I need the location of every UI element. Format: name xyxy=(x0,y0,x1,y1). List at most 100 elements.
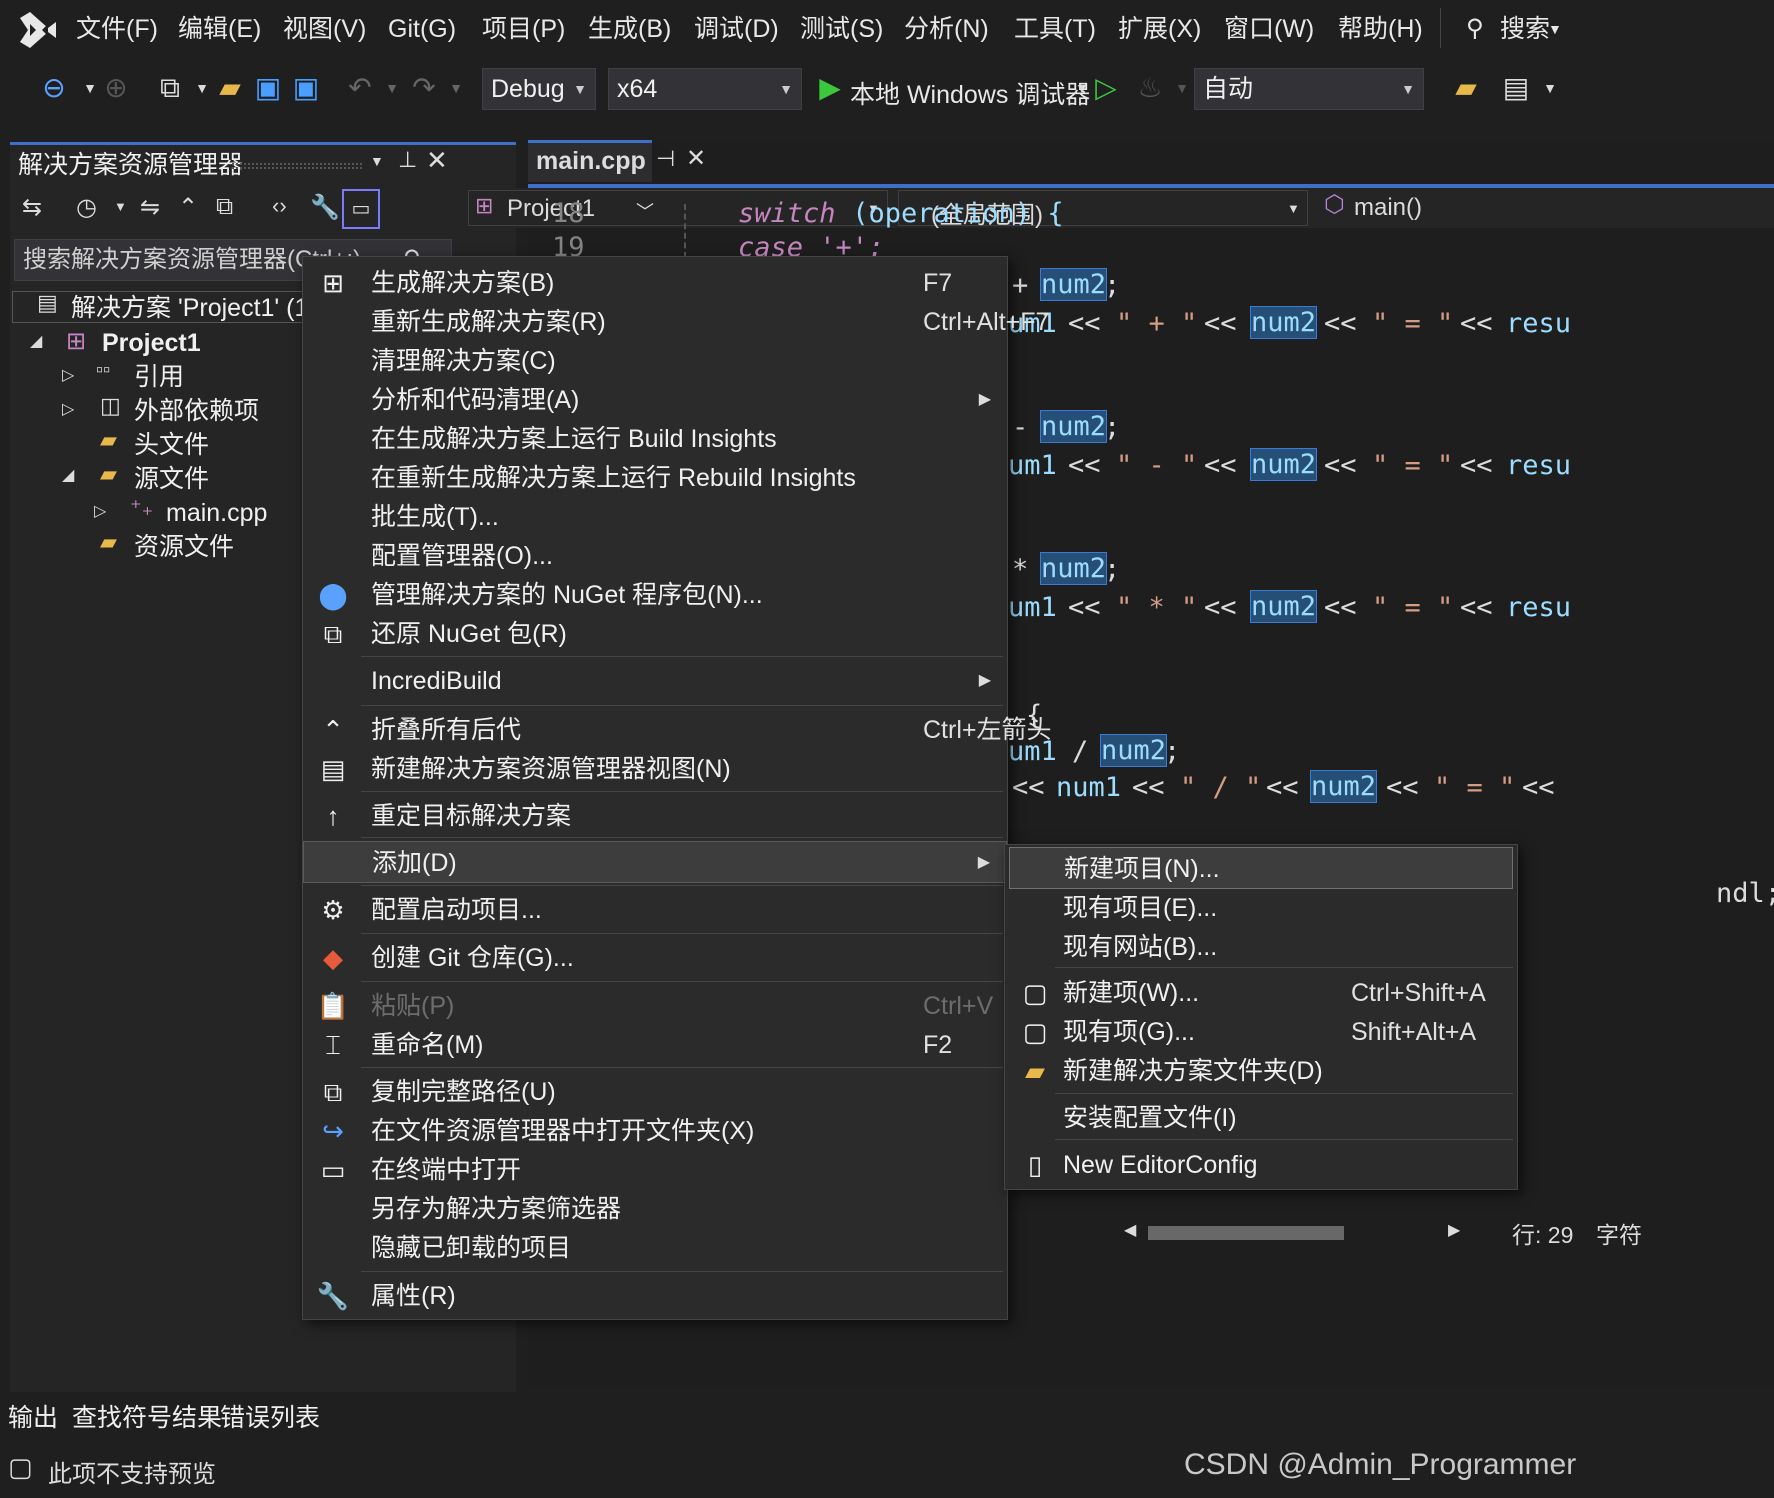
open-folder-icon[interactable]: ▰ xyxy=(210,68,250,108)
menu-item-rebuild-insights[interactable]: 在重新生成解决方案上运行 Rebuild Insights xyxy=(303,457,1007,499)
pin-icon[interactable]: ⊣ xyxy=(656,146,675,172)
submenu-item-new-solution-folder[interactable]: ▰ 新建解决方案文件夹(D) xyxy=(1005,1050,1517,1092)
scroll-thumb[interactable] xyxy=(1148,1226,1344,1240)
tree-row-project[interactable]: Project1 xyxy=(102,325,201,361)
menu-item-build-solution[interactable]: ⊞ 生成解决方案(B) F7 xyxy=(303,262,1007,304)
switch-icon[interactable]: ⇋ xyxy=(140,193,160,222)
submenu-item-new-editorconfig[interactable]: ▯ New EditorConfig xyxy=(1005,1144,1517,1186)
menu-edit[interactable]: 编辑(E) xyxy=(178,12,261,46)
menu-build[interactable]: 生成(B) xyxy=(588,12,671,46)
menu-item-startup-projects[interactable]: ⚙ 配置启动项目... xyxy=(303,889,1007,931)
search-icon[interactable]: ⚲ xyxy=(1466,12,1484,46)
horizontal-scrollbar[interactable]: ◀ ▶ 行: 29 字符 xyxy=(1012,1216,1774,1250)
save-all-icon[interactable]: ▣ xyxy=(286,68,326,108)
copy-icon[interactable]: ⧉ xyxy=(216,193,233,221)
menu-view[interactable]: 视图(V) xyxy=(283,12,366,46)
expand-icon[interactable]: ◢ xyxy=(30,331,42,351)
submenu-item-install-config[interactable]: 安装配置文件(I) xyxy=(1005,1097,1517,1139)
play-icon[interactable]: ▶ xyxy=(810,68,850,108)
menu-item-add[interactable]: 添加(D) ▶ xyxy=(303,841,1007,883)
tab-main-cpp[interactable]: main.cpp xyxy=(528,140,652,182)
menu-debug[interactable]: 调试(D) xyxy=(694,12,779,46)
menu-window[interactable]: 窗口(W) xyxy=(1224,12,1314,46)
tree-row-resource-files[interactable]: 资源文件 xyxy=(134,529,234,565)
menu-item-config-manager[interactable]: 配置管理器(O)... xyxy=(303,535,1007,577)
drag-grip[interactable] xyxy=(232,163,362,169)
close-icon[interactable]: ✕ xyxy=(426,145,448,176)
menu-item-rebuild-solution[interactable]: 重新生成解决方案(R) Ctrl+Alt+F7 xyxy=(303,301,1049,343)
tree-row-header-files[interactable]: 头文件 xyxy=(134,427,209,463)
preview-icon[interactable]: ▭ xyxy=(342,189,380,229)
mode-dropdown[interactable]: 自动 ▼ xyxy=(1194,68,1424,110)
tree-row-main-cpp[interactable]: main.cpp xyxy=(166,495,267,531)
submenu-item-existing-project[interactable]: 现有项目(E)... xyxy=(1005,887,1517,929)
save-icon[interactable]: ▣ xyxy=(248,68,288,108)
menu-extensions[interactable]: 扩展(X) xyxy=(1118,12,1201,46)
pin-icon[interactable]: ⊥ xyxy=(398,147,417,173)
chevron-down-icon[interactable]: ▼ xyxy=(114,199,127,214)
collapse-icon[interactable]: ⌃ xyxy=(178,193,198,222)
submenu-item-new-project[interactable]: 新建项目(N)... xyxy=(1009,847,1513,889)
chevron-down-icon[interactable]: ▼ xyxy=(370,153,384,169)
menu-item-hide-unloaded[interactable]: 隐藏已卸载的项目 xyxy=(303,1227,1007,1269)
nav-func-label[interactable]: main() xyxy=(1354,194,1422,222)
tree-row-references[interactable]: 引用 xyxy=(134,359,184,395)
menu-item-paste[interactable]: 📋 粘贴(P) Ctrl+V xyxy=(303,985,1007,1027)
menu-item-batch-build[interactable]: 批生成(T)... xyxy=(303,496,1007,538)
submenu-item-existing-website[interactable]: 现有网站(B)... xyxy=(1005,926,1517,968)
chevron-down-icon[interactable]: ▼ xyxy=(1530,68,1570,108)
sync-icon[interactable]: ⇆ xyxy=(22,193,42,222)
search-button[interactable]: 搜索 xyxy=(1500,12,1550,46)
menu-item-copy-path[interactable]: ⧉ 复制完整路径(U) xyxy=(303,1071,1007,1113)
tab-output[interactable]: 输出 xyxy=(8,1400,58,1436)
menu-item-build-insights[interactable]: 在生成解决方案上运行 Build Insights xyxy=(303,418,1007,460)
tab-find-symbol[interactable]: 查找符号结果 xyxy=(72,1400,222,1436)
tree-row-external-deps[interactable]: 外部依赖项 xyxy=(134,393,259,429)
menu-help[interactable]: 帮助(H) xyxy=(1338,12,1423,46)
submenu-item-existing-item[interactable]: ▢ 现有项(G)... Shift+Alt+A xyxy=(1005,1011,1517,1053)
forward-icon[interactable]: ⊕ xyxy=(96,68,136,108)
chevron-down-icon[interactable]: ▼ xyxy=(1548,12,1562,46)
menu-item-incredibuild[interactable]: IncrediBuild ▶ xyxy=(303,660,1007,702)
menu-item-retarget[interactable]: ↑ 重定目标解决方案 xyxy=(303,795,1007,837)
platform-dropdown[interactable]: x64 ▼ xyxy=(608,68,802,110)
back-icon[interactable]: ⊖ xyxy=(34,68,74,108)
menu-item-properties[interactable]: 🔧 属性(R) xyxy=(303,1275,1007,1317)
tree-row-source-files[interactable]: 源文件 xyxy=(134,461,209,497)
tab-error-list[interactable]: 错误列表 xyxy=(220,1400,320,1436)
menu-item-save-filter[interactable]: 另存为解决方案筛选器 xyxy=(303,1188,1007,1230)
menu-item-open-terminal[interactable]: ▭ 在终端中打开 xyxy=(303,1149,1007,1191)
menu-item-collapse-all[interactable]: ⌃ 折叠所有后代 Ctrl+左箭头 xyxy=(303,709,1051,751)
run-without-debug-icon[interactable]: ▷ xyxy=(1086,68,1126,108)
menu-item-clean-solution[interactable]: 清理解决方案(C) xyxy=(303,340,1007,382)
menu-item-create-git[interactable]: ◆ 创建 Git 仓库(G)... xyxy=(303,937,1007,979)
wrench-icon[interactable]: 🔧 xyxy=(310,193,340,222)
expand-icon[interactable]: ◢ xyxy=(62,465,74,485)
collapsed-icon[interactable]: ▷ xyxy=(62,365,74,385)
close-icon[interactable]: ✕ xyxy=(686,144,706,173)
history-icon[interactable]: ◷ xyxy=(76,193,97,222)
menu-tools[interactable]: 工具(T) xyxy=(1014,12,1096,46)
menu-analyze[interactable]: 分析(N) xyxy=(904,12,989,46)
menu-item-manage-nuget[interactable]: ⬤ 管理解决方案的 NuGet 程序包(N)... xyxy=(303,574,1007,616)
menu-project[interactable]: 项目(P) xyxy=(482,12,565,46)
submenu-item-new-item[interactable]: ▢ 新建项(W)... Ctrl+Shift+A xyxy=(1005,972,1517,1014)
menu-item-rename[interactable]: ⌶ 重命名(M) F2 xyxy=(303,1024,1007,1066)
fold-icon[interactable]: ﹀ xyxy=(636,198,654,224)
menu-item-new-view[interactable]: ▤ 新建解决方案资源管理器视图(N) xyxy=(303,748,1007,790)
config-dropdown[interactable]: Debug ▼ xyxy=(482,68,596,110)
menu-file[interactable]: 文件(F) xyxy=(76,12,158,46)
collapsed-icon[interactable]: ▷ xyxy=(94,501,106,521)
folder-search-icon[interactable]: ▰ xyxy=(1446,68,1486,108)
chevron-down-icon[interactable]: ▼ xyxy=(436,68,476,108)
menu-git[interactable]: Git(G) xyxy=(388,12,456,46)
vs-logo-icon[interactable] xyxy=(16,8,60,50)
menu-item-open-in-explorer[interactable]: ↪ 在文件资源管理器中打开文件夹(X) xyxy=(303,1110,1007,1152)
menu-test[interactable]: 测试(S) xyxy=(800,12,883,46)
menu-item-analyze[interactable]: 分析和代码清理(A) ▶ xyxy=(303,379,1007,421)
code-icon[interactable]: ‹› xyxy=(272,193,287,219)
run-debugger-button[interactable]: 本地 Windows 调试器 xyxy=(850,78,1090,112)
menu-item-restore-nuget[interactable]: ⧉ 还原 NuGet 包(R) xyxy=(303,613,1007,655)
collapsed-icon[interactable]: ▷ xyxy=(62,399,74,419)
scroll-left-icon[interactable]: ◀ xyxy=(1124,1220,1136,1240)
